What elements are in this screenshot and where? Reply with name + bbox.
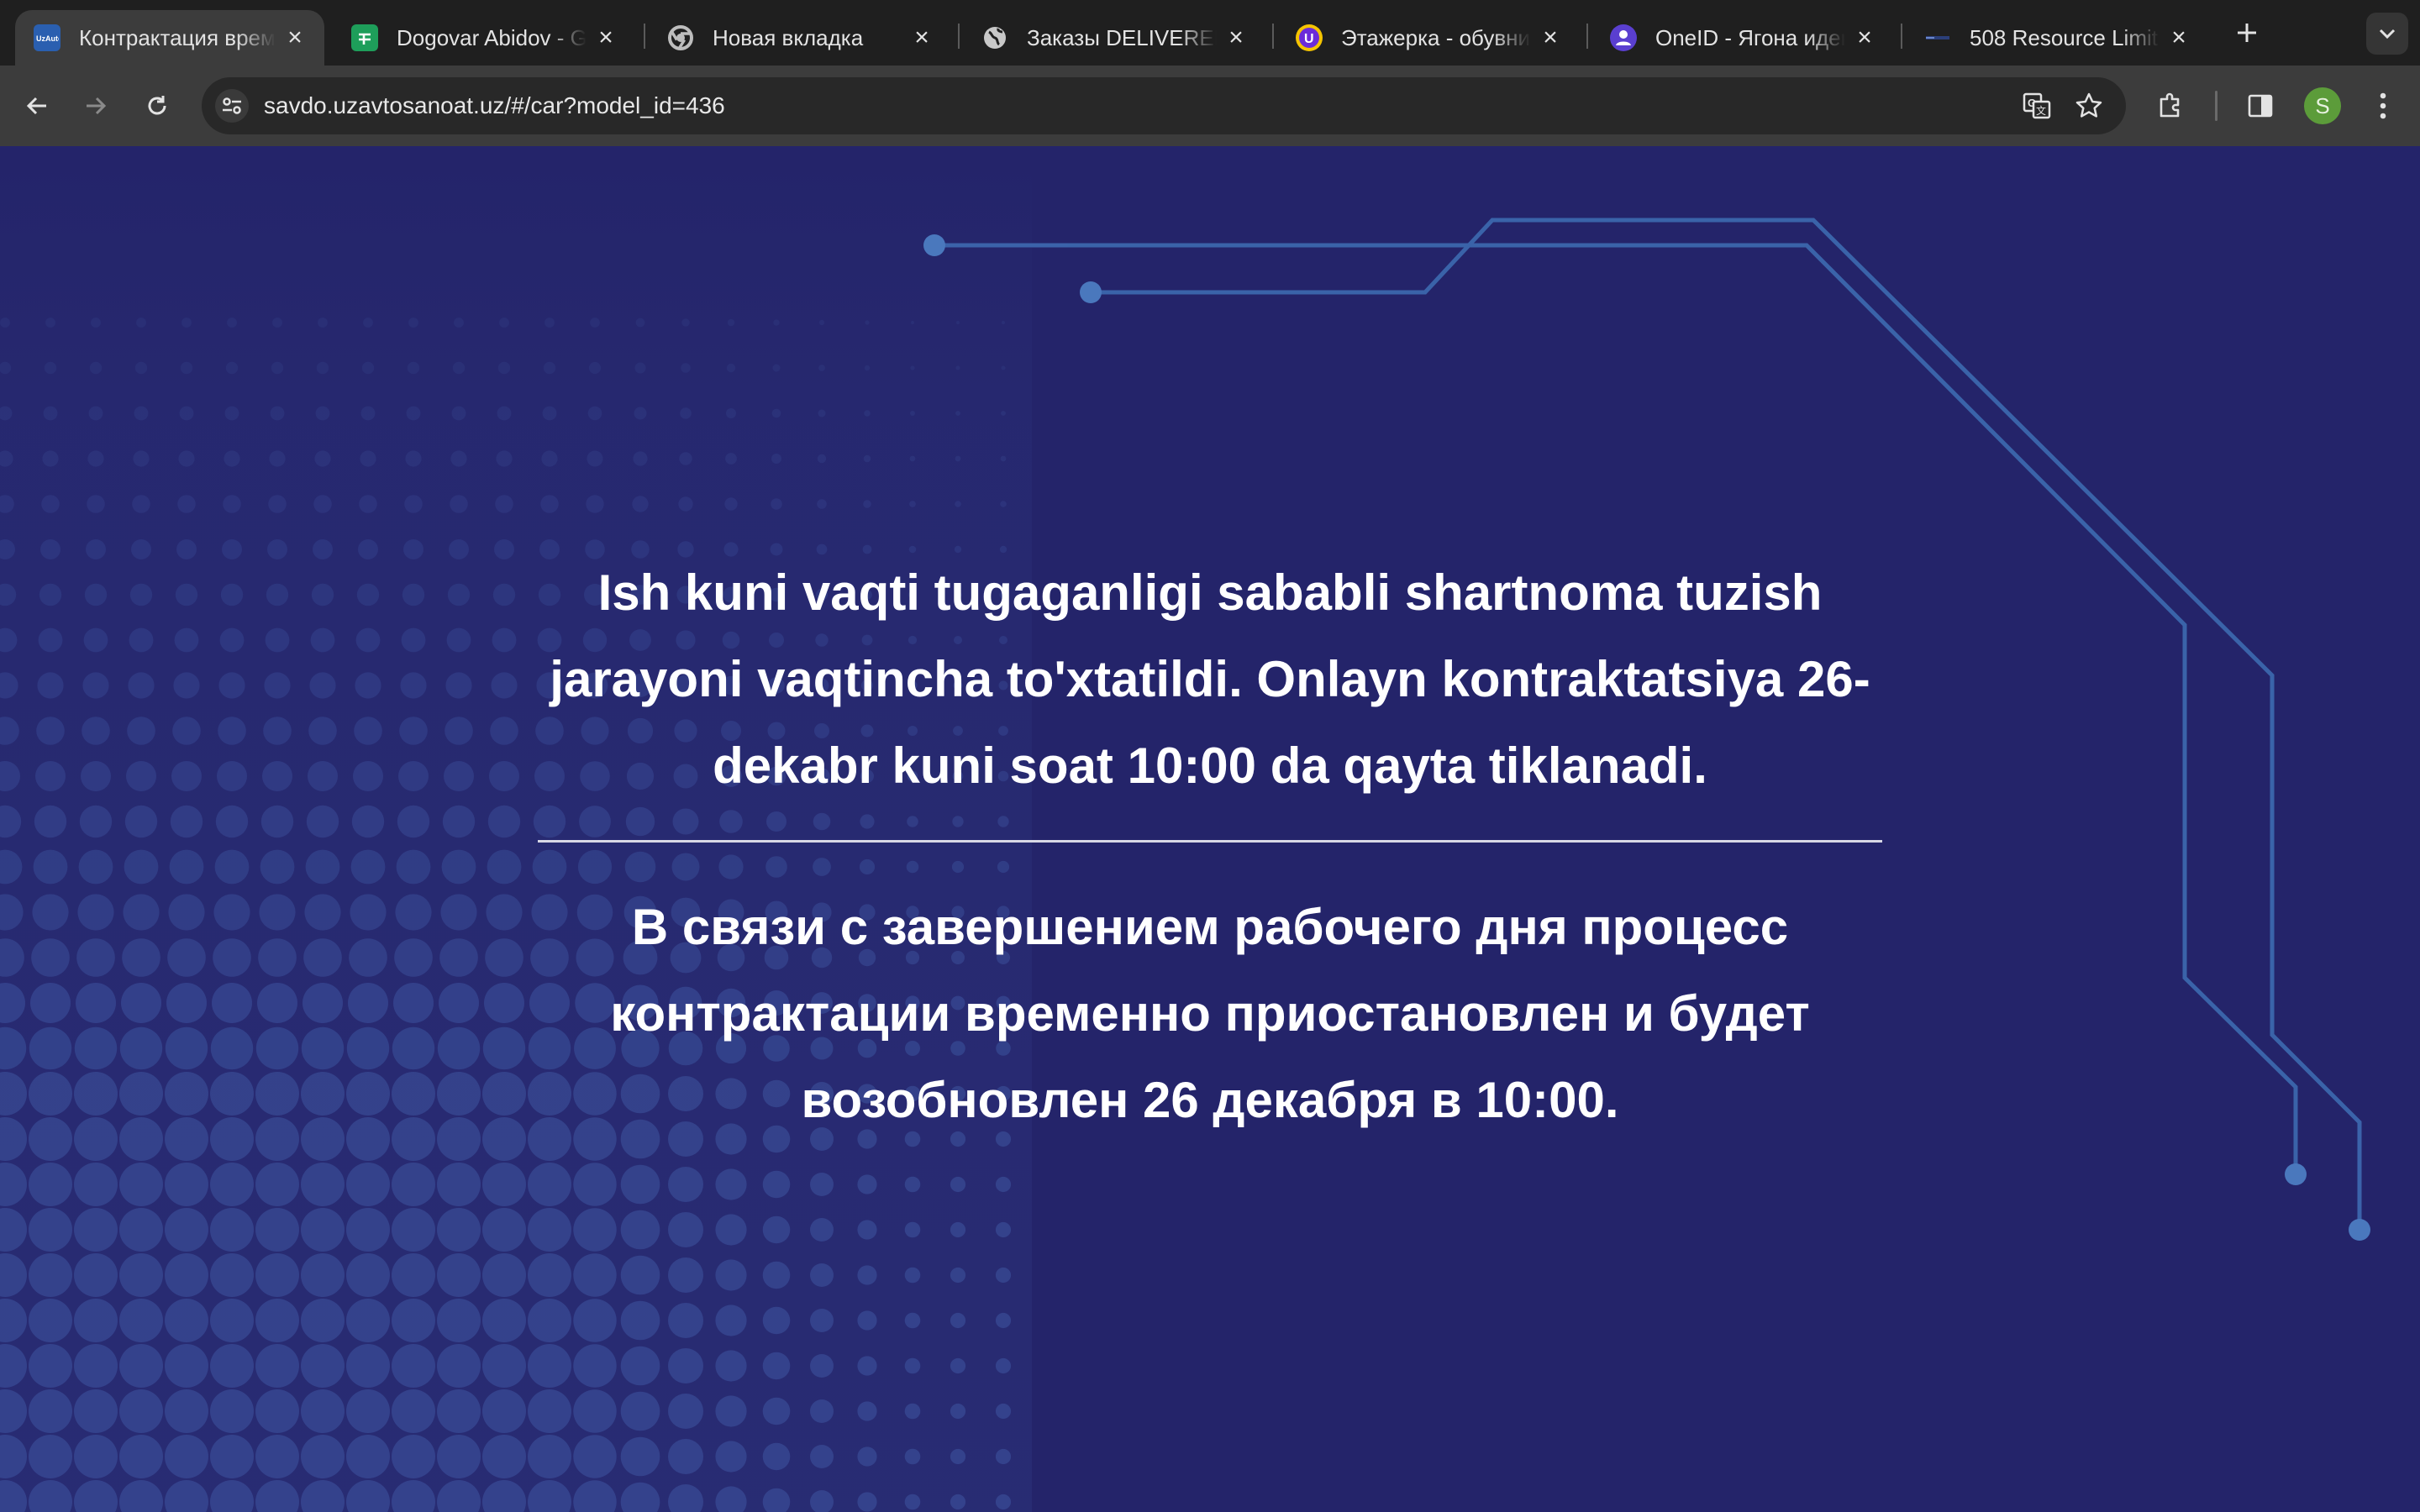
browser-toolbar: savdo.uzavtosanoat.uz/#/car?model_id=436… (0, 66, 2420, 146)
site-icon (1924, 24, 1951, 51)
tab-divider (1586, 24, 1588, 49)
close-icon[interactable]: × (1223, 25, 1249, 50)
tab-1[interactable]: UzAuto Контрактация врем × (15, 10, 324, 66)
google-sheets-icon (351, 24, 378, 51)
tab-title: 508 Resource Limit Is Reached (1970, 24, 2160, 50)
tab-divider (1901, 24, 1902, 49)
tab-6[interactable]: OneID - Ягона идентификатор × (1591, 10, 1894, 66)
message-divider (538, 840, 1882, 843)
tab-title: Dogovar Abidov - Google (397, 24, 587, 50)
uzum-icon: U (1296, 24, 1323, 51)
tab-7[interactable]: 508 Resource Limit Is Reached × (1906, 10, 2208, 66)
side-panel-icon (2248, 94, 2273, 118)
translate-button[interactable]: G文 (2017, 86, 2057, 126)
tab-strip: UzAuto Контрактация врем × Dogovar Abido… (0, 0, 2420, 66)
tab-divider (644, 24, 645, 49)
svg-text:U: U (1304, 32, 1314, 46)
bookmark-button[interactable] (2069, 86, 2109, 126)
tab-title: OneID - Ягона идентификатор (1655, 24, 1845, 50)
star-icon (2075, 92, 2102, 118)
close-icon[interactable]: × (909, 25, 934, 50)
arrow-right-icon (87, 97, 107, 115)
maintenance-page: Ish kuni vaqti tugaganligi sababli shart… (0, 146, 2420, 1512)
notice-message-ru: В связи с завершением рабочего дня проце… (610, 899, 1810, 1128)
tab-5[interactable]: U Этажерка - обувница × (1277, 10, 1580, 66)
close-icon[interactable]: × (593, 25, 618, 50)
chrome-icon (667, 24, 694, 51)
tab-title: Новая вкладка (713, 24, 864, 50)
tab-title: Заказы DELIVERED (1027, 24, 1217, 50)
tab-4[interactable]: Заказы DELIVERED × (963, 10, 1265, 66)
reload-button[interactable] (137, 86, 177, 126)
tab-divider (1272, 24, 1274, 49)
globe-icon (981, 24, 1008, 51)
notice-message-uz: Ish kuni vaqti tugaganligi sababli shart… (550, 564, 1870, 794)
reload-icon (148, 96, 166, 115)
close-icon[interactable]: × (282, 25, 308, 50)
circuit-lines-decoration (923, 218, 2370, 1241)
arrow-left-icon (26, 97, 46, 115)
back-button[interactable] (17, 86, 57, 126)
forward-button[interactable] (76, 86, 116, 126)
site-info-icon[interactable] (215, 89, 249, 123)
tab-title: Этажерка - обувница (1341, 24, 1531, 50)
close-icon[interactable]: × (1852, 25, 1877, 50)
translate-icon: G文 (2023, 92, 2051, 119)
puzzle-icon (2160, 92, 2180, 118)
oneid-icon (1610, 24, 1637, 51)
tab-3[interactable]: Новая вкладка × (649, 10, 951, 66)
url-text: savdo.uzavtosanoat.uz/#/car?model_id=436 (264, 92, 725, 118)
chevron-down-icon (2379, 29, 2396, 39)
more-vert-icon (2380, 92, 2386, 119)
close-icon[interactable]: × (2166, 25, 2191, 50)
tab-search-button[interactable] (2366, 13, 2408, 55)
profile-avatar[interactable]: S (2304, 87, 2341, 124)
toolbar-divider (2215, 91, 2217, 121)
new-tab-button[interactable] (2227, 13, 2267, 53)
tab-2[interactable]: Dogovar Abidov - Google × (333, 10, 635, 66)
extensions-button[interactable] (2151, 86, 2191, 126)
tab-title: Контрактация врем (79, 24, 276, 50)
svg-text:UzAuto: UzAuto (36, 34, 59, 43)
menu-button[interactable] (2363, 86, 2403, 126)
tab-divider (958, 24, 960, 49)
close-icon[interactable]: × (1538, 25, 1563, 50)
address-bar[interactable]: savdo.uzavtosanoat.uz/#/car?model_id=436… (202, 77, 2126, 134)
side-panel-button[interactable] (2240, 86, 2281, 126)
uzauto-icon: UzAuto (34, 24, 60, 51)
svg-text:文: 文 (2036, 104, 2046, 117)
